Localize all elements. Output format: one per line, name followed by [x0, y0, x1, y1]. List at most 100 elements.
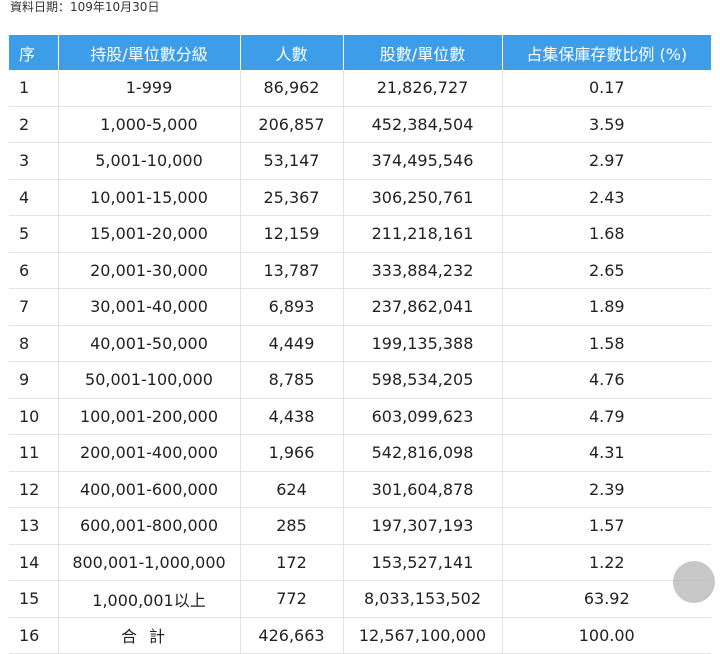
table-body: 1 1-999 86,962 21,826,727 0.17 2 1,000-5,000 20…	[9, 70, 711, 654]
cell-range: 1,000-5,000	[58, 106, 241, 143]
cell-percentage: 100.00	[502, 617, 711, 654]
cell-percentage: 3.59	[502, 106, 711, 143]
cell-seq: 4	[9, 179, 59, 216]
cell-range: 10,001-15,000	[58, 179, 241, 216]
table-row: 12 400,001-600,000 624 301,604,878 2.39	[9, 471, 711, 508]
cell-holders: 86,962	[240, 70, 344, 107]
shareholding-distribution-table-container: 序 持股/單位數分級 人數 股數/單位數 占集保庫存數比例 (%) 1 1-999…	[9, 35, 711, 654]
cell-shares: 333,884,232	[343, 252, 503, 289]
cell-seq: 8	[9, 325, 59, 362]
floating-scroll-button[interactable]	[673, 561, 715, 603]
cell-seq: 1	[9, 70, 59, 107]
cell-range: 100,001-200,000	[58, 398, 241, 435]
header-holders: 人數	[240, 35, 344, 70]
cell-percentage: 4.31	[502, 434, 711, 472]
table-row: 1 1-999 86,962 21,826,727 0.17	[9, 70, 711, 107]
cell-shares: 197,307,193	[343, 507, 503, 545]
cell-shares: 199,135,388	[343, 325, 503, 362]
cell-shares: 452,384,504	[343, 106, 503, 143]
cell-holders: 25,367	[240, 179, 344, 216]
cell-shares: 598,534,205	[343, 361, 503, 399]
data-date-label: 資料日期：109年10月30日	[10, 0, 160, 14]
cell-shares: 211,218,161	[343, 215, 503, 253]
cell-percentage: 0.17	[502, 70, 711, 107]
table-row: 15 1,000,001以上 772 8,033,153,502 63.92	[9, 580, 711, 618]
table-row: 3 5,001-10,000 53,147 374,495,546 2.97	[9, 142, 711, 180]
cell-percentage: 1.58	[502, 325, 711, 362]
table-total-row: 16 合計 426,663 12,567,100,000 100.00	[9, 617, 711, 654]
cell-percentage: 2.97	[502, 142, 711, 180]
cell-holders: 624	[240, 471, 344, 508]
cell-seq: 13	[9, 507, 59, 545]
cell-percentage: 4.76	[502, 361, 711, 399]
cell-holders: 4,449	[240, 325, 344, 362]
cell-holders: 285	[240, 507, 344, 545]
cell-holders: 12,159	[240, 215, 344, 253]
cell-range: 400,001-600,000	[58, 471, 241, 508]
table-row: 9 50,001-100,000 8,785 598,534,205 4.76	[9, 361, 711, 399]
cell-range: 15,001-20,000	[58, 215, 241, 253]
cell-range: 200,001-400,000	[58, 434, 241, 472]
cell-seq: 5	[9, 215, 59, 253]
table-row: 8 40,001-50,000 4,449 199,135,388 1.58	[9, 325, 711, 362]
cell-shares: 8,033,153,502	[343, 580, 503, 618]
table-row: 6 20,001-30,000 13,787 333,884,232 2.65	[9, 252, 711, 289]
cell-range: 5,001-10,000	[58, 142, 241, 180]
table-row: 14 800,001-1,000,000 172 153,527,141 1.22	[9, 544, 711, 581]
table-row: 5 15,001-20,000 12,159 211,218,161 1.68	[9, 215, 711, 253]
table-row: 4 10,001-15,000 25,367 306,250,761 2.43	[9, 179, 711, 216]
cell-shares: 603,099,623	[343, 398, 503, 435]
cell-range: 1,000,001以上	[58, 580, 241, 618]
cell-holders: 426,663	[240, 617, 344, 654]
table-header-row: 序 持股/單位數分級 人數 股數/單位數 占集保庫存數比例 (%)	[9, 35, 711, 70]
cell-shares: 21,826,727	[343, 70, 503, 107]
cell-percentage: 2.39	[502, 471, 711, 508]
cell-holders: 172	[240, 544, 344, 581]
cell-seq: 12	[9, 471, 59, 508]
cell-holders: 13,787	[240, 252, 344, 289]
cell-range: 合計	[58, 617, 241, 654]
shareholding-distribution-table: 序 持股/單位數分級 人數 股數/單位數 占集保庫存數比例 (%) 1 1-999…	[9, 35, 711, 654]
cell-holders: 4,438	[240, 398, 344, 435]
cell-seq: 9	[9, 361, 59, 399]
cell-range: 50,001-100,000	[58, 361, 241, 399]
header-range: 持股/單位數分級	[58, 35, 241, 70]
cell-shares: 301,604,878	[343, 471, 503, 508]
cell-shares: 237,862,041	[343, 288, 503, 326]
cell-holders: 6,893	[240, 288, 344, 326]
header-percentage: 占集保庫存數比例 (%)	[502, 35, 711, 70]
cell-holders: 772	[240, 580, 344, 618]
cell-percentage: 1.89	[502, 288, 711, 326]
cell-seq: 6	[9, 252, 59, 289]
cell-percentage: 2.65	[502, 252, 711, 289]
cell-percentage: 2.43	[502, 179, 711, 216]
cell-holders: 8,785	[240, 361, 344, 399]
cell-range: 20,001-30,000	[58, 252, 241, 289]
cell-shares: 542,816,098	[343, 434, 503, 472]
cell-holders: 53,147	[240, 142, 344, 180]
cell-percentage: 4.79	[502, 398, 711, 435]
table-row: 2 1,000-5,000 206,857 452,384,504 3.59	[9, 106, 711, 143]
cell-seq: 15	[9, 580, 59, 618]
table-row: 10 100,001-200,000 4,438 603,099,623 4.79	[9, 398, 711, 435]
cell-seq: 10	[9, 398, 59, 435]
table-row: 13 600,001-800,000 285 197,307,193 1.57	[9, 507, 711, 545]
cell-seq: 2	[9, 106, 59, 143]
cell-range: 1-999	[58, 70, 241, 107]
cell-range: 800,001-1,000,000	[58, 544, 241, 581]
cell-percentage: 1.57	[502, 507, 711, 545]
cell-range: 600,001-800,000	[58, 507, 241, 545]
header-shares: 股數/單位數	[343, 35, 503, 70]
cell-shares: 374,495,546	[343, 142, 503, 180]
cell-percentage: 1.68	[502, 215, 711, 253]
cell-holders: 206,857	[240, 106, 344, 143]
cell-shares: 153,527,141	[343, 544, 503, 581]
cell-seq: 11	[9, 434, 59, 472]
table-row: 7 30,001-40,000 6,893 237,862,041 1.89	[9, 288, 711, 326]
header-seq: 序	[9, 35, 59, 70]
cell-range: 40,001-50,000	[58, 325, 241, 362]
cell-shares: 12,567,100,000	[343, 617, 503, 654]
cell-seq: 7	[9, 288, 59, 326]
cell-seq: 16	[9, 617, 59, 654]
cell-shares: 306,250,761	[343, 179, 503, 216]
